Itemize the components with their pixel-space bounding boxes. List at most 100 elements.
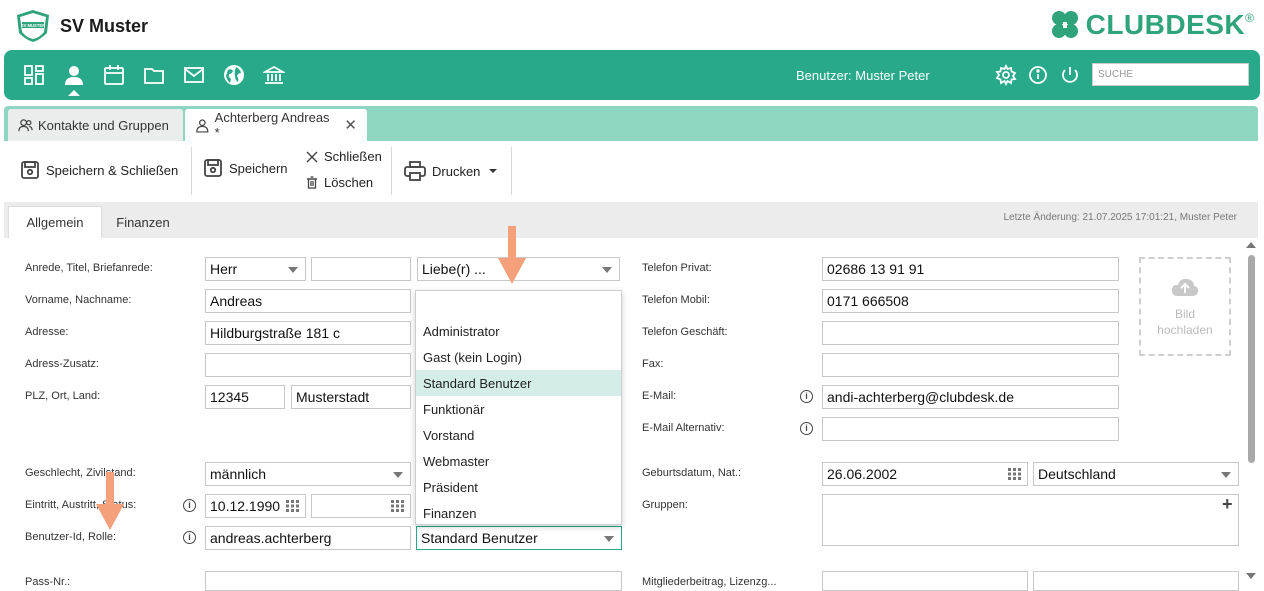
info-icon[interactable] <box>1026 63 1050 87</box>
entry-date-input[interactable]: 10.12.1990 <box>205 494 306 518</box>
role-option-president[interactable]: Präsident <box>416 474 621 500</box>
nav-active-indicator <box>68 90 80 96</box>
pass-input[interactable] <box>205 571 622 591</box>
person-icon[interactable] <box>62 63 86 87</box>
bank-icon[interactable] <box>262 63 286 87</box>
close-icon[interactable]: ✕ <box>344 116 357 134</box>
userid-input[interactable]: andreas.achterberg <box>205 526 411 550</box>
scroll-up-icon[interactable] <box>1246 242 1256 248</box>
phone-business-input[interactable] <box>822 321 1119 345</box>
gender-select[interactable]: männlich <box>205 462 411 486</box>
power-icon[interactable] <box>1058 63 1082 87</box>
chevron-down-icon <box>1221 472 1231 478</box>
club-logo-text: SV MUSTER <box>21 23 45 28</box>
letter-salutation-value: Liebe(r) ... <box>422 261 486 277</box>
image-upload[interactable]: Bild hochladen <box>1139 257 1231 356</box>
pass-label: Pass-Nr.: <box>25 576 71 588</box>
firstname-input[interactable]: Andreas <box>205 289 411 313</box>
toolbar-divider <box>191 147 192 195</box>
email-alt-input[interactable] <box>822 417 1119 441</box>
shield-logo-icon[interactable]: SV MUSTER <box>14 9 52 43</box>
role-option-guest[interactable]: Gast (kein Login) <box>416 344 621 370</box>
street-input[interactable]: Hildburgstraße 181 c <box>205 321 411 345</box>
license-input[interactable] <box>1033 571 1239 591</box>
save-icon <box>204 159 222 177</box>
save-button[interactable]: Speichern <box>203 158 288 178</box>
print-label: Drucken <box>432 163 481 179</box>
tab-finance[interactable]: Finanzen <box>104 206 182 238</box>
info-icon[interactable]: i <box>800 390 813 403</box>
nationality-select[interactable]: Deutschland <box>1033 462 1239 486</box>
gear-icon[interactable] <box>994 63 1018 87</box>
close-button[interactable]: Schließen <box>306 149 382 164</box>
close-label: Schließen <box>324 149 382 164</box>
toolbar-divider <box>511 147 512 195</box>
role-select[interactable]: Standard Benutzer <box>416 526 622 550</box>
exit-date-input[interactable] <box>311 494 411 518</box>
tab-general[interactable]: Allgemein <box>8 206 102 238</box>
tab-contact-detail[interactable]: Achterberg Andreas * ✕ <box>185 109 367 141</box>
birthdate-input[interactable]: 26.06.2002 <box>822 462 1028 486</box>
calendar-icon[interactable] <box>286 500 300 512</box>
section-tabs: Allgemein Finanzen Letzte Änderung: 21.0… <box>4 202 1258 238</box>
role-option-administrator[interactable]: Administrator <box>416 318 621 344</box>
cloud-upload-icon <box>1171 278 1199 296</box>
chevron-down-icon <box>602 267 612 273</box>
tab-contacts-groups[interactable]: Kontakte und Gruppen <box>8 109 183 141</box>
phone-business-label: Telefon Geschäft: <box>642 326 728 338</box>
title-input[interactable] <box>311 257 411 281</box>
close-icon <box>306 151 318 162</box>
role-option-board[interactable]: Vorstand <box>416 422 621 448</box>
role-option-finance[interactable]: Finanzen <box>416 500 621 526</box>
vertical-scrollbar[interactable] <box>1244 240 1258 584</box>
info-icon[interactable]: i <box>183 499 196 512</box>
search-input[interactable] <box>1092 63 1249 86</box>
save-icon <box>21 161 39 179</box>
fax-input[interactable] <box>822 353 1119 377</box>
dashboard-icon[interactable] <box>22 63 46 87</box>
info-icon[interactable]: i <box>800 422 813 435</box>
calendar-icon[interactable] <box>102 63 126 87</box>
phone-mobile-input[interactable]: 0171 666508 <box>822 289 1119 313</box>
role-option-functionary[interactable]: Funktionär <box>416 396 621 422</box>
group-icon <box>18 118 33 131</box>
folder-icon[interactable] <box>142 63 166 87</box>
phone-private-input[interactable]: 02686 13 91 91 <box>822 257 1119 281</box>
role-option-webmaster[interactable]: Webmaster <box>416 448 621 474</box>
address-extra-label: Adress-Zusatz: <box>25 358 99 370</box>
zip-input[interactable]: 12345 <box>205 385 285 409</box>
info-icon[interactable]: i <box>183 531 196 544</box>
save-close-label: Speichern & Schließen <box>46 162 179 178</box>
chevron-down-icon <box>288 267 298 273</box>
city-input[interactable]: Musterstadt <box>291 385 411 409</box>
zip-city-label: PLZ, Ort, Land: <box>25 390 101 402</box>
calendar-icon[interactable] <box>391 500 405 512</box>
member-fee-label: Mitgliederbeitrag, Lizenzg... <box>642 576 777 588</box>
mail-icon[interactable] <box>182 63 206 87</box>
userid-label: Benutzer-Id, Rolle: <box>25 531 117 543</box>
chevron-down-icon <box>604 536 614 542</box>
globe-icon[interactable] <box>222 63 246 87</box>
email-label: E-Mail: <box>642 390 677 402</box>
brand-name: CLUBDESK <box>1085 9 1246 40</box>
salutation-select[interactable]: Herr <box>205 257 306 281</box>
top-header: SV MUSTER SV Muster CLUBDESK ® <box>0 0 1264 50</box>
add-group-icon[interactable]: + <box>1222 494 1233 515</box>
groups-label: Gruppen: <box>642 499 688 511</box>
scroll-down-icon[interactable] <box>1246 573 1256 579</box>
member-fee-input[interactable] <box>822 571 1028 591</box>
print-button[interactable]: Drucken <box>404 161 504 181</box>
scroll-thumb[interactable] <box>1248 255 1255 463</box>
address-extra-input[interactable] <box>205 353 411 377</box>
gender-value: männlich <box>210 466 267 482</box>
save-close-button[interactable]: Speichern & Schließen <box>20 160 178 180</box>
groups-field[interactable] <box>822 494 1239 546</box>
birth-label: Geburtsdatum, Nat.: <box>642 467 742 479</box>
calendar-icon[interactable] <box>1008 468 1022 480</box>
email-input[interactable]: andi-achterberg@clubdesk.de <box>822 385 1119 409</box>
role-option-standard[interactable]: Standard Benutzer <box>416 370 621 396</box>
annotation-arrow <box>498 226 526 284</box>
annotation-arrow <box>96 472 124 530</box>
delete-button[interactable]: Löschen <box>306 175 373 190</box>
save-label: Speichern <box>229 160 288 176</box>
